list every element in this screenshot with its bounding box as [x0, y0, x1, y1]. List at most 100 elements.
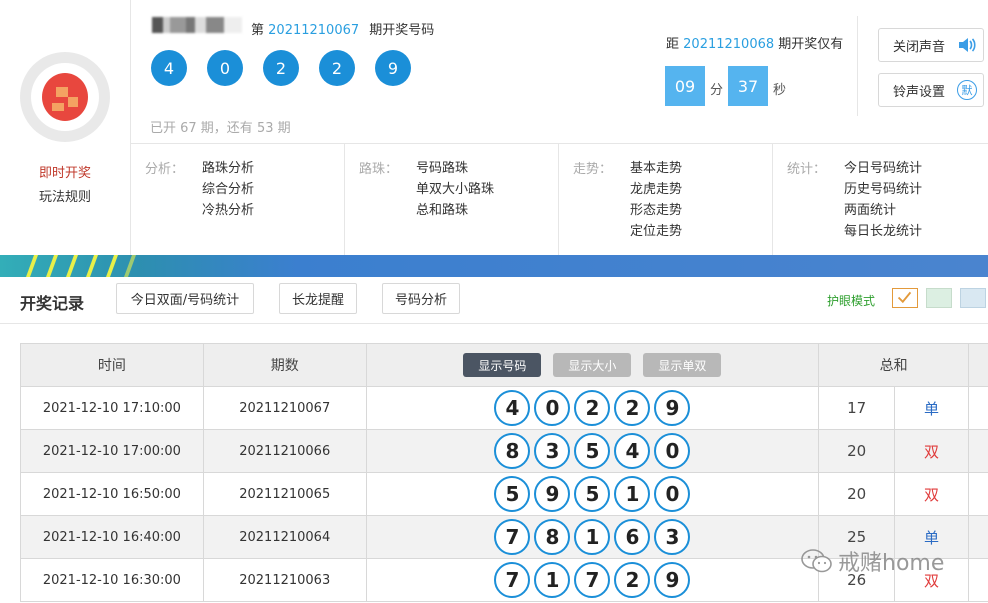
table-row: 2021-12-10 16:50:00 20211210065 5 9 5 1 0 20 双 — [21, 473, 988, 516]
draw-odd-even: 双 — [895, 430, 970, 472]
draw-number-ball: 3 — [534, 433, 571, 469]
draw-number-ball: 5 — [574, 433, 611, 469]
draw-records-title: 开奖记录 — [20, 294, 85, 313]
draw-time: 2021-12-10 17:10:00 — [21, 387, 204, 429]
menu-link[interactable]: 基本走势 — [630, 158, 682, 179]
countdown-label: 距 20211210068 期开奖仅有 — [666, 37, 844, 52]
display-toggle-group: 显示号码 显示大小 显示单双 — [367, 344, 820, 386]
table-row: 2021-12-10 17:00:00 20211210066 8 3 5 4 0 20 双 — [21, 430, 988, 473]
show-size-toggle[interactable]: 显示大小 — [553, 353, 632, 377]
menu-link[interactable]: 综合分析 — [202, 179, 254, 200]
analysis-group-title: 路珠： — [359, 162, 399, 177]
analysis-menu: 分析： 路珠分析 综合分析 冷热分析 路珠： 号码路珠 单双大小路珠 总和路珠 … — [131, 143, 988, 256]
table-header-row: 时间 期数 显示号码 显示大小 显示单双 总和 — [21, 344, 988, 387]
draw-numbers: 40229 — [367, 387, 820, 429]
eye-mode-green-option[interactable] — [926, 288, 952, 308]
eye-mode-blue-option[interactable] — [960, 288, 986, 308]
blurred-game-name — [152, 17, 242, 33]
analysis-group-title: 统计： — [787, 162, 827, 177]
menu-link[interactable]: 定位走势 — [630, 221, 682, 242]
draw-number-ball: 3 — [654, 519, 691, 555]
draw-number-ball: 7 — [494, 519, 531, 555]
draw-number-ball: 1 — [614, 476, 651, 512]
draw-number-ball: 9 — [654, 390, 691, 426]
draw-ball: 4 — [151, 50, 187, 86]
countdown-minutes: 09 — [665, 66, 705, 106]
col-header-time: 时间 — [21, 344, 204, 386]
draw-numbers: 78163 — [367, 516, 820, 558]
analysis-group: 统计： 今日号码统计 历史号码统计 两面统计 每日长龙统计 — [773, 144, 987, 256]
lottery-page: 即时开奖 玩法规则 第 20211210067 期开奖号码 4 0 2 2 9 … — [0, 0, 988, 603]
watermark: 戒赌home — [800, 545, 944, 577]
draw-numbers: 59510 — [367, 473, 820, 515]
draw-number-ball: 4 — [494, 390, 531, 426]
analysis-group: 路珠： 号码路珠 单双大小路珠 总和路珠 — [345, 144, 559, 256]
draw-sum: 20 — [819, 430, 896, 472]
minutes-unit: 分 — [710, 83, 724, 98]
draw-number-ball: 0 — [654, 433, 691, 469]
seconds-unit: 秒 — [773, 83, 787, 98]
today-stats-button[interactable]: 今日双面/号码统计 — [116, 283, 254, 314]
draw-issue: 20211210063 — [204, 559, 367, 601]
draw-sum: 17 — [819, 387, 896, 429]
live-draw-link[interactable]: 即时开奖 — [0, 162, 130, 181]
draw-number-ball: 1 — [534, 562, 571, 598]
draw-ball: 9 — [375, 50, 411, 86]
dragon-alert-button[interactable]: 长龙提醒 — [279, 283, 357, 314]
speaker-icon — [959, 38, 976, 52]
draw-number-ball: 2 — [574, 390, 611, 426]
ringtone-settings-button[interactable]: 铃声设置 默 — [878, 73, 984, 107]
draw-issue: 20211210066 — [204, 430, 367, 472]
number-analysis-button[interactable]: 号码分析 — [382, 283, 460, 314]
draw-ball: 2 — [263, 50, 299, 86]
draw-issue: 20211210065 — [204, 473, 367, 515]
draw-number-ball: 6 — [614, 519, 651, 555]
draw-number-ball: 4 — [614, 433, 651, 469]
menu-link[interactable]: 单双大小路珠 — [416, 179, 494, 200]
draw-odd-even: 单 — [895, 387, 970, 429]
left-panel: 即时开奖 玩法规则 — [0, 0, 131, 255]
analysis-group: 走势： 基本走势 龙虎走势 形态走势 定位走势 — [559, 144, 773, 256]
menu-link[interactable]: 号码路珠 — [416, 158, 494, 179]
table-row: 2021-12-10 17:10:00 20211210067 4 0 2 2 9 17 单 — [21, 387, 988, 430]
draw-issue: 20211210067 — [204, 387, 367, 429]
draw-odd-even: 双 — [895, 473, 970, 515]
check-icon — [897, 291, 912, 304]
draw-number-ball: 2 — [614, 390, 651, 426]
eye-mode-white-option[interactable] — [892, 288, 918, 308]
col-header-issue: 期数 — [204, 344, 367, 386]
analysis-group: 分析： 路珠分析 综合分析 冷热分析 — [131, 144, 345, 256]
divider — [0, 323, 988, 324]
draw-number-ball: 2 — [614, 562, 651, 598]
draw-number-ball: 9 — [534, 476, 571, 512]
draw-number-ball: 0 — [534, 390, 571, 426]
show-odd-even-toggle[interactable]: 显示单双 — [643, 353, 722, 377]
menu-link[interactable]: 总和路珠 — [416, 200, 494, 221]
menu-link[interactable]: 龙虎走势 — [630, 179, 682, 200]
draw-number-ball: 1 — [574, 519, 611, 555]
draw-time: 2021-12-10 16:30:00 — [21, 559, 204, 601]
avatar — [20, 52, 110, 142]
eye-mode-label: 护眼模式 — [827, 294, 876, 308]
draw-number-ball: 7 — [574, 562, 611, 598]
menu-link[interactable]: 历史号码统计 — [844, 179, 922, 200]
draw-number-ball: 7 — [494, 562, 531, 598]
draw-time: 2021-12-10 17:00:00 — [21, 430, 204, 472]
draw-ball: 2 — [319, 50, 355, 86]
mute-button[interactable]: 关闭声音 — [878, 28, 984, 62]
col-header-sum: 总和 — [819, 344, 970, 386]
menu-link[interactable]: 形态走势 — [630, 200, 682, 221]
draw-numbers: 71729 — [367, 559, 820, 601]
menu-link[interactable]: 每日长龙统计 — [844, 221, 922, 242]
draw-number-ball: 9 — [654, 562, 691, 598]
draw-time: 2021-12-10 16:50:00 — [21, 473, 204, 515]
current-draw-balls: 4 0 2 2 9 — [151, 50, 431, 86]
rules-link[interactable]: 玩法规则 — [0, 186, 130, 205]
show-numbers-toggle[interactable]: 显示号码 — [463, 353, 542, 377]
menu-link[interactable]: 路珠分析 — [202, 158, 254, 179]
menu-link[interactable]: 两面统计 — [844, 200, 922, 221]
menu-link[interactable]: 今日号码统计 — [844, 158, 922, 179]
opened-count: 已开 67 期，还有 53 期 — [150, 121, 291, 136]
menu-link[interactable]: 冷热分析 — [202, 200, 254, 221]
draw-number-ball: 5 — [494, 476, 531, 512]
